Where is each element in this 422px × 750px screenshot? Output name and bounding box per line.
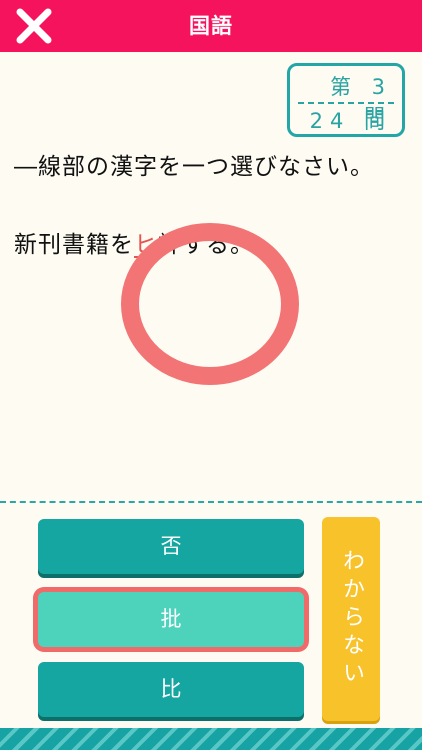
question-counter: 第 3 問 24 問 — [287, 63, 405, 137]
correct-circle-icon — [121, 223, 299, 385]
dont-know-label: わからない — [339, 549, 364, 689]
counter-divider — [298, 102, 394, 104]
choice-button-1[interactable]: 否 — [38, 519, 304, 574]
question-prompt: ―線部の漢字を一つ選びなさい。 — [14, 154, 374, 180]
dont-know-button[interactable]: わからない — [322, 517, 380, 721]
sentence-before: 新刊書籍を — [14, 232, 134, 258]
answer-area-divider — [0, 501, 422, 503]
choice-button-2-selected[interactable]: 批 — [38, 592, 304, 647]
total-question-count: 24 問 — [309, 109, 392, 133]
page-title: 国語 — [189, 14, 233, 38]
header-bar: 国語 — [0, 0, 422, 52]
footer-stripe — [0, 728, 422, 750]
choice-button-3[interactable]: 比 — [38, 662, 304, 717]
